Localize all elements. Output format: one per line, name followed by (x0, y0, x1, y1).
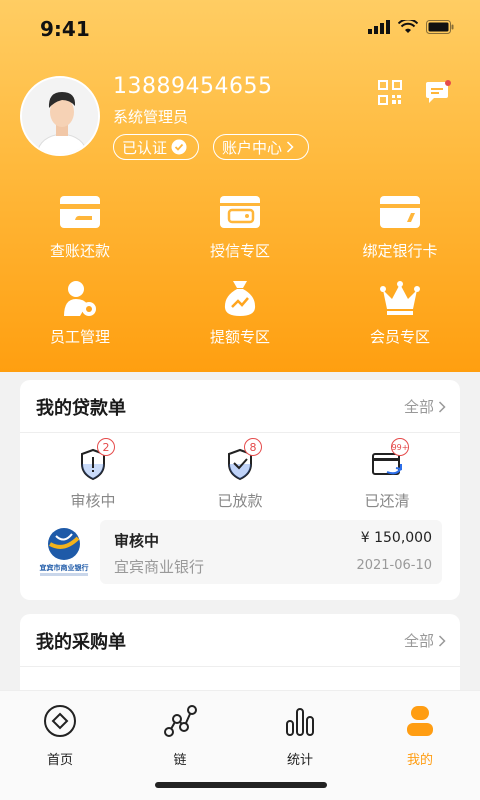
staff-gear-icon (64, 281, 96, 316)
tab-home[interactable]: 首页 (0, 703, 120, 768)
wallet-card-icon (60, 196, 100, 228)
view-all-label: 全部 (403, 632, 434, 650)
feature-label: 授信专区 (209, 242, 270, 260)
verified-label: 已认证 (122, 138, 168, 157)
wifi-icon (398, 20, 418, 33)
stats-icon (286, 708, 314, 736)
money-bag-icon (224, 281, 256, 316)
profile-icon (407, 706, 433, 736)
feature-label: 绑定银行卡 (362, 242, 438, 260)
chain-icon (164, 705, 197, 737)
loan-status-reviewing[interactable]: 2 审核中 (20, 438, 166, 511)
wallet-icon (220, 196, 260, 228)
user-portrait-icon (22, 78, 98, 154)
status-icons (368, 20, 454, 34)
status-label: 已放款 (217, 492, 263, 510)
header-actions (378, 80, 452, 106)
qr-code-icon[interactable] (378, 80, 402, 106)
loan-item-amount: ¥ 150,000 (360, 530, 432, 546)
user-role: 系统管理员 (113, 108, 189, 126)
user-phone: 13889454655 (113, 74, 273, 99)
bank-card-icon (380, 196, 420, 228)
tab-label: 我的 (406, 753, 433, 768)
divider (20, 666, 460, 667)
loan-list-item[interactable]: 审核中 宜宾商业银行 ¥ 150,000 2021-06-10 (100, 520, 442, 584)
disbursed-count-badge: 8 (244, 438, 262, 456)
status-time: 9:41 (40, 17, 90, 41)
loan-card-title: 我的贷款单 (36, 398, 126, 419)
battery-icon (426, 20, 454, 34)
home-indicator (155, 782, 327, 788)
feature-label: 员工管理 (49, 328, 110, 346)
status-label: 已还清 (364, 492, 410, 510)
tab-label: 统计 (286, 753, 313, 768)
chevron-right-icon (286, 141, 294, 153)
view-all-label: 全部 (403, 398, 434, 416)
feature-label: 查账还款 (49, 242, 110, 260)
feature-bind-card[interactable]: 绑定银行卡 (320, 190, 480, 261)
tab-stats[interactable]: 统计 (240, 703, 360, 768)
status-bar: 9:41 (0, 0, 480, 60)
loan-card: 我的贷款单 全部 2 审核中 8 已放款 99+ 已还清 宜宾市商业银行 审核中… (20, 380, 460, 600)
loan-item-status: 审核中 (114, 532, 160, 550)
reviewing-count-badge: 2 (97, 438, 115, 456)
purchase-card-title: 我的采购单 (36, 632, 126, 653)
signal-icon (368, 20, 390, 34)
bank-logo-text: 宜宾市商业银行 (40, 563, 89, 572)
loan-item-date: 2021-06-10 (356, 558, 432, 573)
purchase-view-all-button[interactable]: 全部 (404, 630, 446, 651)
profile-header: 9:41 13889454655 系统管理员 已认证 账户中心 查账还款 授信专… (0, 0, 480, 372)
loan-status-disbursed[interactable]: 8 已放款 (167, 438, 313, 511)
bank-logo: 宜宾市商业银行 (34, 522, 94, 582)
feature-check-repay[interactable]: 查账还款 (0, 190, 160, 261)
account-center-label: 账户中心 (222, 138, 283, 157)
repaid-count-badge: 99+ (391, 438, 409, 456)
status-label: 审核中 (70, 492, 116, 510)
feature-staff[interactable]: 员工管理 (0, 276, 160, 347)
chevron-right-icon (438, 634, 446, 647)
feature-credit[interactable]: 授信专区 (160, 190, 320, 261)
avatar[interactable] (20, 76, 100, 156)
divider (20, 432, 460, 433)
loan-view-all-button[interactable]: 全部 (404, 396, 446, 417)
tab-chain[interactable]: 链 (120, 703, 240, 768)
account-center-button[interactable]: 账户中心 (213, 134, 309, 160)
feature-label: 会员专区 (369, 328, 430, 346)
tab-label: 链 (173, 753, 187, 768)
feature-raise-limit[interactable]: 提额专区 (160, 276, 320, 347)
verified-badge: 已认证 (113, 134, 199, 160)
tab-label: 首页 (46, 753, 73, 768)
home-icon (44, 705, 76, 737)
chevron-right-icon (438, 400, 446, 413)
bank-logo-icon: 宜宾市商业银行 (40, 528, 89, 576)
loan-item-bank: 宜宾商业银行 (114, 558, 205, 576)
loan-status-repaid[interactable]: 99+ 已还清 (314, 438, 460, 511)
message-icon[interactable] (424, 80, 452, 106)
check-circle-icon (171, 139, 187, 155)
tab-mine[interactable]: 我的 (360, 703, 480, 768)
crown-icon (380, 281, 420, 315)
feature-member[interactable]: 会员专区 (320, 276, 480, 347)
feature-label: 提额专区 (209, 328, 270, 346)
